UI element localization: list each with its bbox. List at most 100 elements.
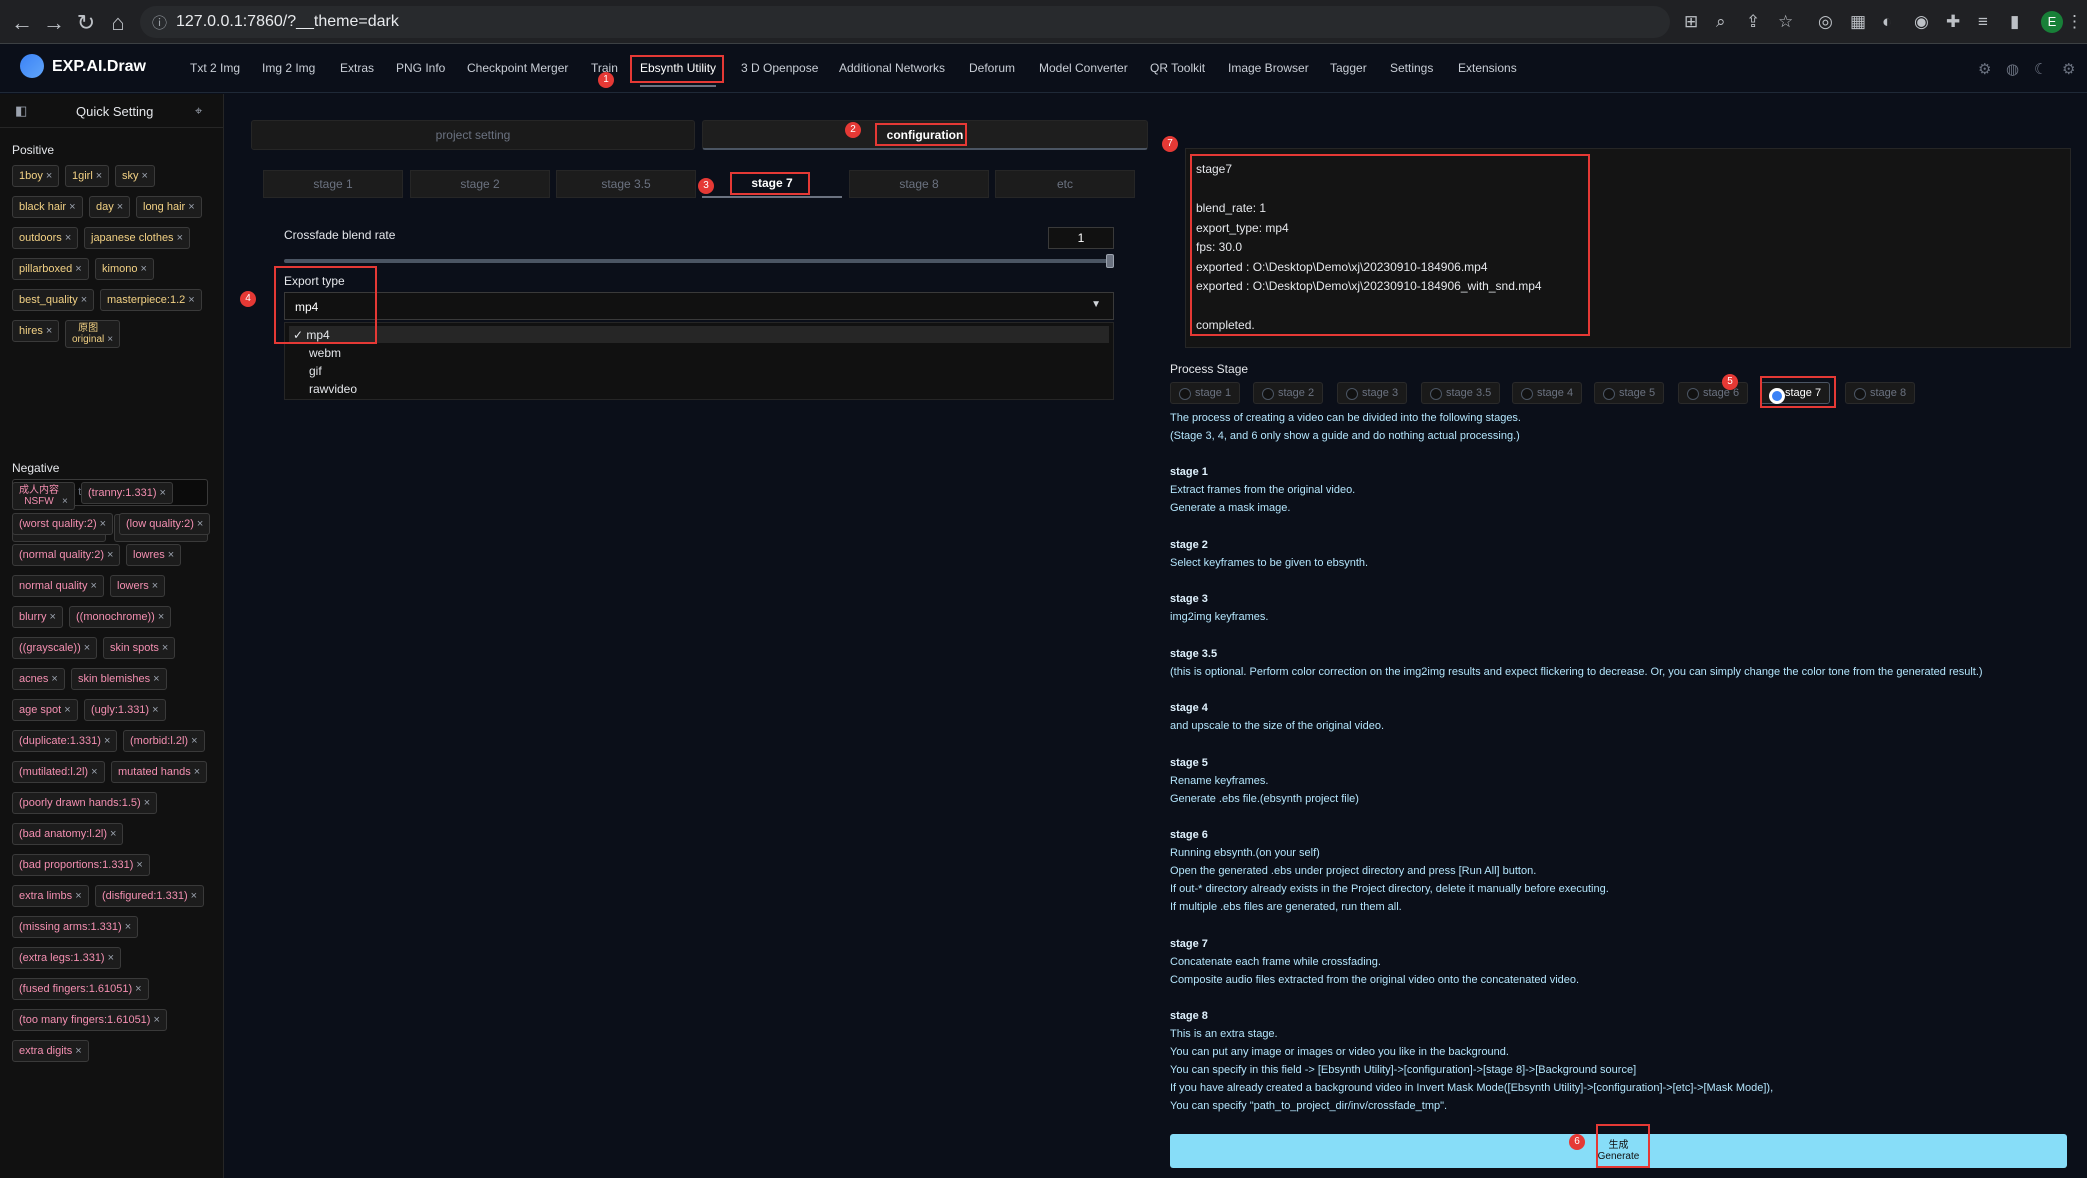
- negative-tag[interactable]: lowers ×: [110, 575, 166, 597]
- remove-tag-icon[interactable]: ×: [117, 201, 123, 213]
- remove-tag-icon[interactable]: ×: [168, 549, 174, 561]
- positive-tag[interactable]: best_quality ×: [12, 289, 95, 311]
- back-icon[interactable]: ←: [10, 10, 34, 36]
- negative-tag[interactable]: (bad anatomy:l.2l) ×: [12, 823, 124, 845]
- negative-tag[interactable]: (disfigured:1.331) ×: [95, 885, 205, 907]
- remove-tag-icon[interactable]: ×: [194, 766, 200, 778]
- remove-tag-icon[interactable]: ×: [197, 518, 203, 530]
- remove-tag-icon[interactable]: ×: [75, 890, 81, 902]
- tab-qr-toolkit[interactable]: QR Toolkit: [1150, 61, 1205, 75]
- remove-tag-icon[interactable]: ×: [96, 170, 102, 182]
- sidepanel-icon[interactable]: ▮: [2010, 12, 2019, 32]
- option-mp4[interactable]: ✓ mp4: [289, 326, 1109, 343]
- tab-png-info[interactable]: PNG Info: [396, 61, 445, 75]
- zoom-icon[interactable]: ⌕: [1716, 12, 1726, 32]
- positive-tag[interactable]: outdoors ×: [12, 227, 79, 249]
- stage-radio-stage-3[interactable]: stage 3: [1337, 382, 1408, 404]
- negative-tag[interactable]: (worst quality:2) ×: [12, 513, 114, 535]
- remove-tag-icon[interactable]: ×: [158, 611, 164, 623]
- stage-radio-stage-6[interactable]: stage 6: [1678, 382, 1749, 404]
- tab-project-setting[interactable]: project setting: [251, 120, 695, 150]
- reload-icon[interactable]: ↻: [74, 10, 98, 36]
- home-icon[interactable]: ⌂: [106, 10, 130, 36]
- negative-tag[interactable]: extra limbs ×: [12, 885, 89, 907]
- profile-avatar[interactable]: E: [2041, 11, 2063, 33]
- remove-tag-icon[interactable]: ×: [153, 1014, 159, 1026]
- positive-tag[interactable]: kimono ×: [95, 258, 154, 280]
- settings-icon[interactable]: ⚙: [1978, 60, 1991, 78]
- export-type-select[interactable]: mp4 ▼: [284, 292, 1114, 320]
- negative-tag[interactable]: (bad proportions:1.331) ×: [12, 854, 150, 876]
- github-icon[interactable]: ◍: [2006, 60, 2019, 78]
- negative-tag[interactable]: (fused fingers:1.61051) ×: [12, 978, 149, 1000]
- tab-model-converter[interactable]: Model Converter: [1039, 61, 1128, 75]
- positive-tag[interactable]: sky ×: [115, 165, 155, 187]
- negative-tag[interactable]: 成人内容 NSFW ×: [12, 482, 75, 510]
- positive-tag[interactable]: long hair ×: [136, 196, 202, 218]
- tab-image-browser[interactable]: Image Browser: [1228, 61, 1309, 75]
- negative-tag[interactable]: (extra legs:1.331) ×: [12, 947, 122, 969]
- remove-tag-icon[interactable]: ×: [177, 232, 183, 244]
- option-gif[interactable]: gif: [309, 364, 322, 378]
- negative-tag[interactable]: skin blemishes ×: [71, 668, 167, 690]
- remove-tag-icon[interactable]: ×: [46, 325, 52, 337]
- remove-tag-icon[interactable]: ×: [153, 673, 159, 685]
- collapse-icon[interactable]: ◧: [15, 103, 27, 119]
- negative-tag[interactable]: (missing arms:1.331) ×: [12, 916, 139, 938]
- theme-moon-icon[interactable]: ☾: [2034, 60, 2047, 78]
- stage-radio-stage-1[interactable]: stage 1: [1170, 382, 1241, 404]
- stage-radio-stage-4[interactable]: stage 4: [1512, 382, 1583, 404]
- negative-tag[interactable]: acnes ×: [12, 668, 65, 690]
- remove-tag-icon[interactable]: ×: [51, 673, 57, 685]
- negative-tag[interactable]: mutated hands ×: [111, 761, 208, 783]
- tab-img2img[interactable]: Img 2 Img: [262, 61, 315, 75]
- tab-deforum[interactable]: Deforum: [969, 61, 1015, 75]
- media-icon[interactable]: ≡: [1978, 12, 1988, 32]
- remove-tag-icon[interactable]: ×: [152, 704, 158, 716]
- remove-tag-icon[interactable]: ×: [69, 201, 75, 213]
- remove-tag-icon[interactable]: ×: [188, 201, 194, 213]
- remove-tag-icon[interactable]: ×: [81, 294, 87, 306]
- stage-tab-2[interactable]: stage 2: [410, 170, 550, 198]
- remove-tag-icon[interactable]: ×: [64, 704, 70, 716]
- remove-tag-icon[interactable]: ×: [188, 294, 194, 306]
- negative-tag[interactable]: (poorly drawn hands:1.5) ×: [12, 792, 158, 814]
- extension-icon[interactable]: ◉: [1914, 12, 1929, 32]
- positive-tag[interactable]: hires ×: [12, 320, 60, 342]
- remove-tag-icon[interactable]: ×: [191, 890, 197, 902]
- positive-tag[interactable]: 1girl ×: [65, 165, 110, 187]
- negative-tag[interactable]: (mutilated:l.2l) ×: [12, 761, 105, 783]
- remove-tag-icon[interactable]: ×: [159, 487, 165, 499]
- stage-radio-stage-3-5[interactable]: stage 3.5: [1421, 382, 1501, 404]
- negative-tag[interactable]: extra digits ×: [12, 1040, 89, 1062]
- tab-3d-openpose[interactable]: 3 D Openpose: [741, 61, 818, 75]
- stage-tab-1[interactable]: stage 1: [263, 170, 403, 198]
- negative-tag[interactable]: normal quality ×: [12, 575, 104, 597]
- remove-tag-icon[interactable]: ×: [136, 859, 142, 871]
- remove-tag-icon[interactable]: ×: [107, 549, 113, 561]
- remove-tag-icon[interactable]: ×: [108, 952, 114, 964]
- stage-tab-8[interactable]: stage 8: [849, 170, 989, 198]
- remove-tag-icon[interactable]: ×: [135, 983, 141, 995]
- positive-tag[interactable]: 原图 original ×: [65, 320, 121, 348]
- remove-tag-icon[interactable]: ×: [142, 170, 148, 182]
- crossfade-slider[interactable]: [284, 254, 1114, 268]
- stage-tab-3-5[interactable]: stage 3.5: [556, 170, 696, 198]
- pin-icon[interactable]: ⌖: [195, 103, 202, 119]
- bookmark-star-icon[interactable]: ☆: [1778, 12, 1793, 32]
- slider-handle[interactable]: [1106, 254, 1114, 268]
- remove-tag-icon[interactable]: ×: [107, 334, 113, 345]
- negative-tag[interactable]: (ugly:1.331) ×: [84, 699, 166, 721]
- remove-tag-icon[interactable]: ×: [65, 232, 71, 244]
- remove-tag-icon[interactable]: ×: [90, 580, 96, 592]
- share-icon[interactable]: ⇪: [1746, 12, 1760, 32]
- negative-tag[interactable]: (low quality:2) ×: [119, 513, 211, 535]
- crossfade-number-input[interactable]: 1: [1048, 227, 1114, 249]
- tab-txt2img[interactable]: Txt 2 Img: [190, 61, 240, 75]
- remove-tag-icon[interactable]: ×: [104, 735, 110, 747]
- stage-radio-stage-2[interactable]: stage 2: [1253, 382, 1324, 404]
- tab-tagger[interactable]: Tagger: [1330, 61, 1367, 75]
- tab-additional-networks[interactable]: Additional Networks: [839, 61, 945, 75]
- forward-icon[interactable]: →: [42, 10, 66, 36]
- tab-checkpoint-merger[interactable]: Checkpoint Merger: [467, 61, 568, 75]
